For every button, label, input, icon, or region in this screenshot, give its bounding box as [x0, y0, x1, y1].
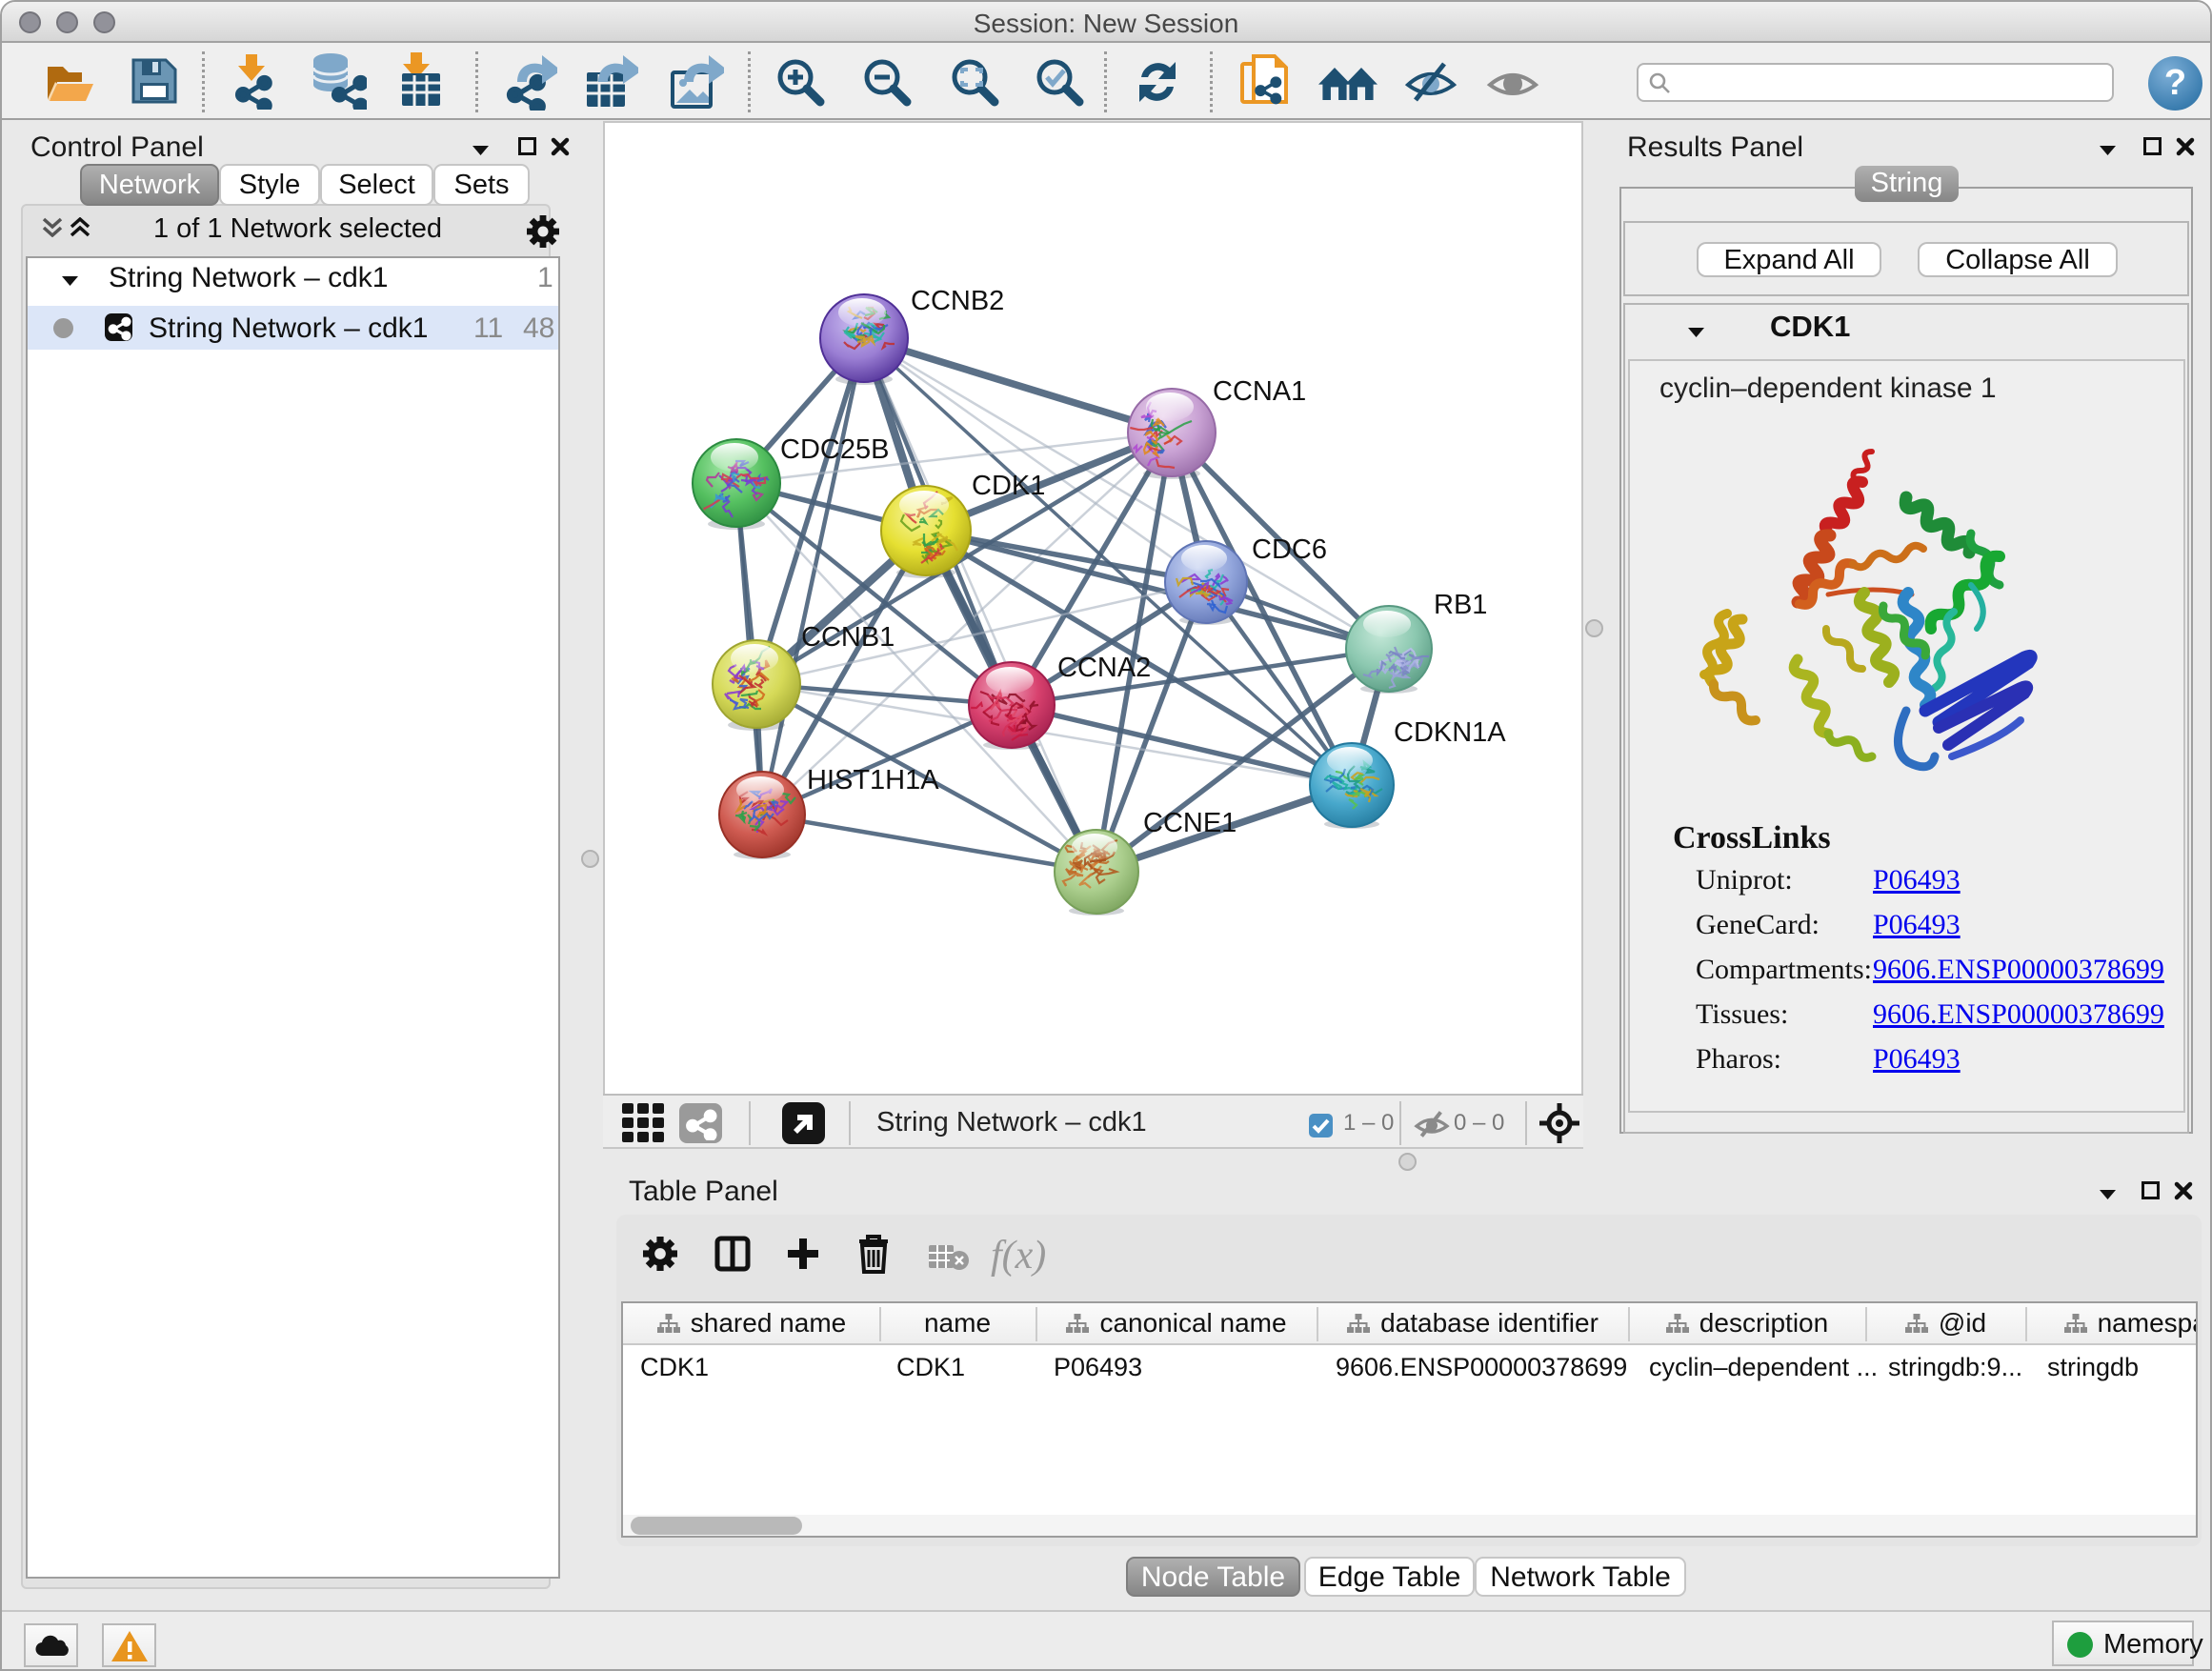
svg-text:CCNA1: CCNA1 — [1213, 376, 1306, 407]
svg-text:CCNB2: CCNB2 — [911, 286, 1004, 316]
svg-text:RB1: RB1 — [1434, 590, 1487, 620]
svg-text:CCNE1: CCNE1 — [1143, 808, 1237, 838]
svg-text:CDKN1A: CDKN1A — [1394, 717, 1506, 748]
svg-text:HIST1H1A: HIST1H1A — [807, 765, 939, 795]
svg-text:CCNA2: CCNA2 — [1057, 653, 1151, 683]
svg-text:CCNB1: CCNB1 — [801, 622, 895, 653]
svg-text:CDC6: CDC6 — [1252, 534, 1327, 565]
svg-text:CDK1: CDK1 — [972, 471, 1045, 501]
svg-text:CDC25B: CDC25B — [780, 434, 889, 465]
